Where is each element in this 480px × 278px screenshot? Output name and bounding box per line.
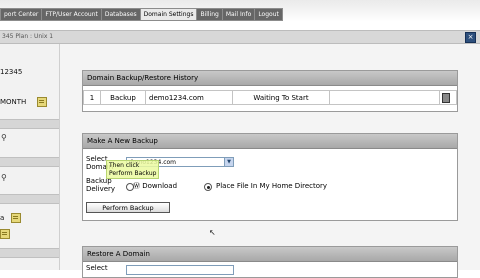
mouse-cursor-icon: ↖ (209, 228, 216, 237)
tooltip-line: Then click (109, 162, 140, 169)
trash-icon[interactable] (442, 93, 450, 103)
main-nav: port Center FTP/User Account Databases D… (0, 8, 283, 21)
chevron-down-icon[interactable]: ▼ (224, 158, 233, 166)
tooltip-line: Perform Backup (109, 169, 157, 177)
nav-item-logout[interactable]: Logout (255, 9, 282, 20)
spacer-cell (329, 90, 440, 105)
sidebar-divider (0, 248, 59, 258)
nav-item-domain-settings[interactable]: Domain Settings (140, 9, 197, 20)
panel-heading: Make A New Backup (83, 134, 457, 149)
nav-item-databases[interactable]: Databases (101, 9, 140, 20)
sidebar-divider (0, 157, 59, 167)
plan-title: 345 Plan : Unix 1 (2, 33, 54, 40)
row-domain: demo1234.com (145, 90, 233, 105)
delete-cell (439, 90, 457, 105)
option-home-directory-label: Place File In My Home Directory (216, 182, 328, 190)
row-status: Waiting To Start (232, 90, 330, 105)
close-icon[interactable]: × (465, 32, 476, 43)
row-index: 1 (83, 90, 101, 105)
top-header: port Center FTP/User Account Databases D… (0, 0, 480, 22)
perform-backup-button[interactable]: Perform Backup (86, 202, 170, 213)
sidebar-item-marker: a (0, 214, 5, 222)
sidebar-divider (0, 119, 59, 129)
radio-home-directory[interactable] (204, 183, 212, 191)
account-id: 12345 (0, 68, 23, 76)
search-icon[interactable]: ⚲ (1, 133, 7, 142)
history-table: 1 Backup demo1234.com Waiting To Start (83, 90, 457, 105)
sidebar-divider (0, 194, 59, 204)
panel-heading: Restore A Domain (83, 247, 457, 262)
restore-select-label: Select (86, 264, 108, 272)
edit-note-icon[interactable] (11, 213, 21, 223)
panel-heading: Domain Backup/Restore History (83, 71, 457, 86)
edit-note-icon[interactable] (37, 97, 47, 107)
nav-item-mail-info[interactable]: Mail Info (222, 9, 255, 20)
backup-history-panel: Domain Backup/Restore History 1 Backup d… (82, 70, 458, 112)
instruction-tooltip: Then click Perform Backup (106, 160, 160, 179)
sidebar: 12345 MONTH ⚲ ⚲ a (0, 44, 60, 270)
nav-item-ftp-user-account[interactable]: FTP/User Account (42, 9, 101, 20)
restore-domain-select[interactable] (126, 265, 234, 275)
option-download-label: Ⓦ Download (133, 182, 178, 190)
nav-item-billing[interactable]: Billing (197, 9, 222, 20)
row-type: Backup (100, 90, 146, 105)
edit-note-icon[interactable] (0, 229, 10, 239)
backup-delivery-label: Backup Delivery (86, 177, 116, 193)
search-icon[interactable]: ⚲ (1, 173, 7, 182)
window-titlebar: 345 Plan : Unix 1 × (0, 30, 480, 44)
billing-period: MONTH (0, 98, 27, 106)
table-row: 1 Backup demo1234.com Waiting To Start (83, 90, 457, 105)
nav-item-support-center[interactable]: port Center (1, 9, 42, 20)
